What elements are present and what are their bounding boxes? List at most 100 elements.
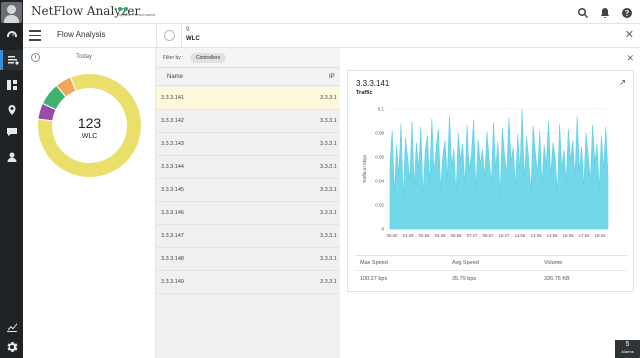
y-tick-label: 0.08 xyxy=(375,131,384,136)
select-radio[interactable] xyxy=(164,30,175,41)
table-row[interactable]: 3.3.3.149 3.3.3.1 xyxy=(156,271,340,294)
table-header: Name IP xyxy=(156,68,340,86)
expand-icon[interactable]: ↗ xyxy=(619,78,626,87)
x-tick-label: 02:59 xyxy=(419,233,430,238)
row-ip: 3.3.3.1 xyxy=(320,95,337,101)
row-ip: 3.3.3.1 xyxy=(320,279,337,285)
reports-icon[interactable] xyxy=(0,316,23,336)
table-row[interactable]: 3.3.3.144 3.3.3.1 xyxy=(156,156,340,179)
y-tick-label: 0.1 xyxy=(378,107,385,112)
row-name: 3.3.3.145 xyxy=(161,187,184,193)
system-performance-indicator[interactable]: System Performance xyxy=(118,7,155,17)
traffic-area-series[interactable] xyxy=(389,108,609,230)
x-tick-label: 07:27 xyxy=(467,233,478,238)
table-row[interactable]: 3.3.3.147 3.3.3.1 xyxy=(156,225,340,248)
help-icon[interactable] xyxy=(621,6,633,18)
stat-volume: 336.76 KB xyxy=(544,276,570,282)
close-panel-icon[interactable]: ✕ xyxy=(626,53,634,64)
device-count: 9 xyxy=(186,27,190,33)
row-ip: 3.3.3.1 xyxy=(320,164,337,170)
table-row[interactable]: 3.3.3.148 3.3.3.1 xyxy=(156,248,340,271)
bell-icon[interactable] xyxy=(599,6,611,18)
chat-icon[interactable] xyxy=(0,122,23,142)
filter-bar: Filter by : Controllers xyxy=(156,48,340,68)
dashboard-icon[interactable] xyxy=(0,25,23,45)
x-tick-label: 04:28 xyxy=(435,233,446,238)
y-tick-label: 0.04 xyxy=(375,179,384,184)
stat-header-avg-speed: Avg Speed xyxy=(452,260,479,266)
hamburger-menu-icon[interactable] xyxy=(29,30,41,42)
row-name: 3.3.3.148 xyxy=(161,256,184,262)
row-ip: 3.3.3.1 xyxy=(320,256,337,262)
row-name: 3.3.3.142 xyxy=(161,118,184,124)
search-icon[interactable] xyxy=(577,6,589,18)
left-nav-rail xyxy=(0,0,23,358)
table-row[interactable]: 3.3.3.145 3.3.3.1 xyxy=(156,179,340,202)
section-title: Flow Analysis xyxy=(57,30,106,39)
summary-donut-panel: Today 123 WLC xyxy=(23,48,156,358)
row-ip: 3.3.3.1 xyxy=(320,210,337,216)
x-tick-label: 11:56 xyxy=(515,233,526,238)
x-tick-label: 05:58 xyxy=(451,233,462,238)
column-header-name[interactable]: Name xyxy=(167,74,183,80)
row-ip: 3.3.3.1 xyxy=(320,187,337,193)
period-label: Today xyxy=(76,54,93,60)
traffic-chart: Traffic in Kbps 0 0.02 0.04 0.06 0.08 0.1 00:00… xyxy=(362,107,609,238)
row-name: 3.3.3.149 xyxy=(161,279,184,285)
table-row[interactable]: 3.3.3.141 3.3.3.1 xyxy=(156,87,340,110)
row-name: 3.3.3.144 xyxy=(161,164,184,170)
stat-avg-speed: 35.79 bps xyxy=(452,276,477,282)
settings-gear-icon[interactable] xyxy=(0,337,23,357)
filter-chip-controllers[interactable]: Controllers xyxy=(190,53,227,63)
donut-label: WLC xyxy=(81,133,98,140)
table-row[interactable]: 3.3.3.142 3.3.3.1 xyxy=(156,110,340,133)
alarms-label: Alarms xyxy=(621,349,634,354)
x-tick-label: 08:57 xyxy=(483,233,494,238)
row-ip: 3.3.3.1 xyxy=(320,233,337,239)
row-name: 3.3.3.147 xyxy=(161,233,184,239)
netflow-app: NetFlow Analyzer System Performance Flow… xyxy=(0,0,640,358)
traffic-detail-card: 3.3.3.141 Traffic ↗ Traffic in Kbps 0 0.02… xyxy=(347,70,634,292)
row-name: 3.3.3.141 xyxy=(161,95,184,101)
user-icon[interactable] xyxy=(0,147,23,167)
map-pin-icon[interactable] xyxy=(0,100,23,120)
row-ip: 3.3.3.1 xyxy=(320,141,337,147)
flow-analysis-icon[interactable] xyxy=(0,50,23,70)
y-tick-label: 0 xyxy=(381,227,384,232)
close-icon[interactable]: ✕ xyxy=(625,30,634,41)
flow-analysis-header: Flow Analysis 9 WLC ✕ xyxy=(23,24,640,48)
traffic-stats: Max Speed Avg Speed Volume 100.27 bps 35… xyxy=(356,255,627,289)
row-ip: 3.3.3.1 xyxy=(320,118,337,124)
y-tick-label: 0.02 xyxy=(375,203,384,208)
device-type: WLC xyxy=(186,36,200,42)
alarms-button[interactable]: 5 Alarms xyxy=(615,340,640,358)
detail-ip: 3.3.3.141 xyxy=(356,79,390,88)
x-tick-label: 19:24 xyxy=(595,233,606,238)
device-list-panel: Filter by : Controllers Name IP 3.3.3.14… xyxy=(156,48,340,358)
x-tick-label: 14:55 xyxy=(547,233,558,238)
x-tick-label: 00:00 xyxy=(387,233,398,238)
donut-total: 123 xyxy=(77,115,102,131)
x-tick-label: 17:54 xyxy=(579,233,590,238)
inventory-icon[interactable] xyxy=(0,75,23,95)
system-performance-label: System Performance xyxy=(118,12,156,17)
x-tick-label: 10:27 xyxy=(499,233,510,238)
y-tick-label: 0.06 xyxy=(375,155,384,160)
stat-header-max-speed[interactable]: Max Speed xyxy=(360,260,388,266)
stat-max-speed: 100.27 bps xyxy=(360,276,388,282)
column-header-ip[interactable]: IP xyxy=(329,74,335,80)
stat-header-volume: Volume xyxy=(544,260,563,266)
filter-label: Filter by : xyxy=(163,55,184,61)
alarms-count: 5 xyxy=(625,341,630,348)
detail-subtitle: Traffic xyxy=(356,90,373,96)
x-tick-label: 16:25 xyxy=(563,233,574,238)
x-tick-label: 13:26 xyxy=(531,233,542,238)
avatar[interactable] xyxy=(1,2,22,23)
table-row[interactable]: 3.3.3.146 3.3.3.1 xyxy=(156,202,340,225)
table-row[interactable]: 3.3.3.143 3.3.3.1 xyxy=(156,133,340,156)
x-tick-label: 01:29 xyxy=(403,233,414,238)
clock-icon[interactable] xyxy=(31,53,40,62)
row-name: 3.3.3.146 xyxy=(161,210,184,216)
row-name: 3.3.3.143 xyxy=(161,141,184,147)
y-axis-label: Traffic in Kbps xyxy=(362,154,367,183)
